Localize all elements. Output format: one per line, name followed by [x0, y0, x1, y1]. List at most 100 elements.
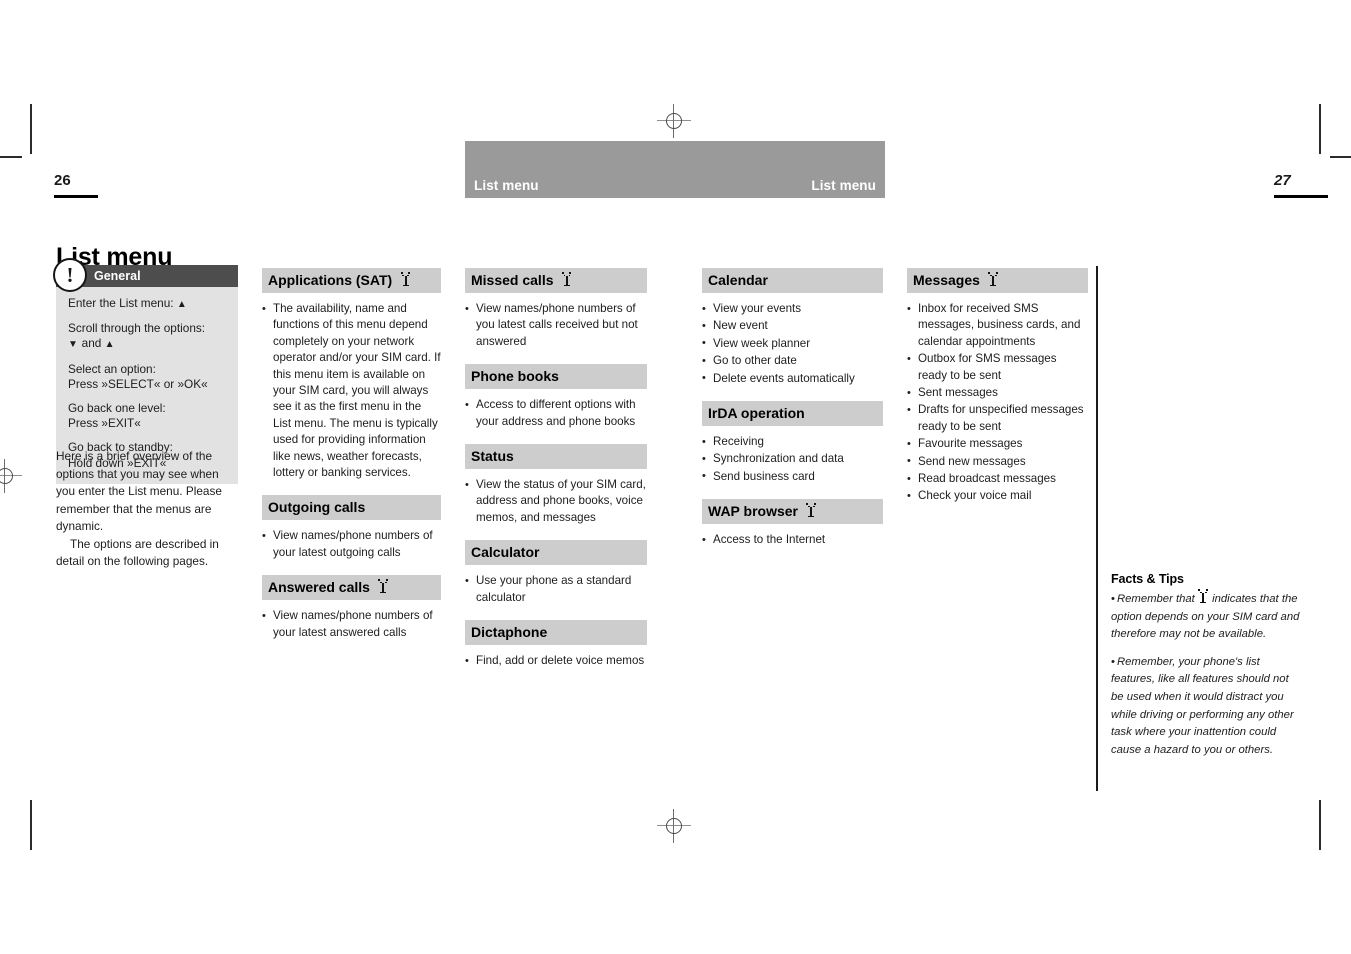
- page-number-right: 27: [1274, 173, 1328, 198]
- list-item: Access to the Internet: [702, 532, 883, 549]
- section-bullet-list: Use your phone as a standard calculator: [465, 573, 647, 606]
- facts-tips-bullet: •: [1111, 593, 1115, 605]
- sim-antenna-icon: [1198, 589, 1209, 603]
- menu-section: Missed calls View names/phone numbers of…: [465, 268, 647, 350]
- list-item: View the status of your SIM card, addres…: [465, 477, 647, 526]
- section-bullet-list: View your eventsNew eventView week plann…: [702, 300, 883, 387]
- list-item: Synchronization and data: [702, 451, 883, 468]
- section-heading-label: Applications (SAT): [268, 272, 393, 288]
- registration-mark-left: [0, 459, 22, 493]
- sim-antenna-icon: [378, 579, 389, 594]
- facts-tips-panel: Facts & Tips • Remember that indicates th…: [1111, 572, 1303, 759]
- facts-tips-divider: [1096, 266, 1098, 791]
- registration-ring-icon: [666, 818, 682, 834]
- section-bullet-list: Access to different options with your ad…: [465, 397, 647, 430]
- list-item: Inbox for received SMS messages, busines…: [907, 300, 1088, 350]
- list-item: View your events: [702, 300, 883, 317]
- exclamation-icon: !: [53, 258, 87, 292]
- section-heading-label: WAP browser: [708, 503, 798, 520]
- general-line-4: Go back one level: Press »EXIT«: [68, 401, 166, 431]
- list-item: View names/phone numbers of your latest …: [262, 608, 441, 641]
- general-callout-title: General: [94, 269, 141, 283]
- intro-paragraph-2: The options are described in detail on t…: [56, 536, 219, 569]
- section-heading: Dictaphone: [465, 620, 647, 646]
- menu-section: WAP browser Access to the Internet: [702, 499, 883, 549]
- running-header-bar: List menu List menu: [465, 141, 885, 198]
- crop-mark-bottom-right-vertical: [1319, 800, 1321, 850]
- section-heading: Answered calls: [262, 575, 441, 601]
- section-heading-label: Messages: [913, 272, 980, 288]
- list-item: View names/phone numbers of you latest c…: [465, 300, 647, 350]
- section-bullet-list: The availability, name and functions of …: [262, 300, 441, 481]
- crop-mark-top-right-horizontal: [1330, 156, 1351, 158]
- facts-tips-item-2-text: Remember, your phone's list features, li…: [1111, 655, 1294, 756]
- list-item: Go to other date: [702, 353, 883, 370]
- page-number-left: 26: [54, 173, 98, 198]
- content-column-3: Calendar View your eventsNew eventView we…: [702, 268, 883, 550]
- sim-antenna-icon: [561, 272, 572, 286]
- sim-antenna-icon: [400, 272, 411, 286]
- list-item: View week planner: [702, 335, 883, 352]
- section-heading-label: Status: [471, 448, 514, 465]
- registration-mark-top: [657, 104, 691, 138]
- section-heading: Calculator: [465, 540, 647, 566]
- facts-tips-item-2: • Remember, your phone's list features, l…: [1111, 654, 1303, 760]
- exclamation-glyph: !: [66, 263, 74, 287]
- list-item: Drafts for unspecified messages ready to…: [907, 402, 1088, 435]
- section-heading: Applications (SAT): [262, 268, 441, 293]
- list-item: Check your voice mail: [907, 488, 1088, 505]
- section-heading: Phone books: [465, 364, 647, 390]
- list-item: Use your phone as a standard calculator: [465, 573, 647, 606]
- facts-tips-item-1-before: Remember that: [1116, 593, 1195, 605]
- section-heading: WAP browser: [702, 499, 883, 525]
- menu-section: Status View the status of your SIM card, …: [465, 444, 647, 526]
- page-number-right-value: 27: [1274, 172, 1291, 189]
- section-heading-label: Missed calls: [471, 272, 554, 288]
- registration-mark-bottom: [657, 809, 691, 843]
- facts-tips-title: Facts & Tips: [1111, 572, 1184, 586]
- section-heading-label: Phone books: [471, 368, 559, 385]
- section-bullet-list: Inbox for received SMS messages, busines…: [907, 300, 1088, 505]
- menu-section: Dictaphone Find, add or delete voice memo…: [465, 620, 647, 669]
- list-item: Receiving: [702, 434, 883, 451]
- section-bullet-list: View names/phone numbers of your latest …: [262, 528, 441, 561]
- section-heading: IrDA operation: [702, 401, 883, 427]
- list-item: Sent messages: [907, 385, 1088, 402]
- section-heading: Calendar: [702, 268, 883, 293]
- section-heading: Status: [465, 444, 647, 470]
- list-item: View names/phone numbers of your latest …: [262, 528, 441, 561]
- list-item: The availability, name and functions of …: [262, 300, 441, 481]
- sim-antenna-icon: [988, 272, 999, 286]
- general-line-3: Select an option: Press »SELECT« or »OK«: [68, 361, 208, 391]
- list-item: Send business card: [702, 468, 883, 485]
- running-header-left-title: List menu: [474, 178, 539, 193]
- registration-ring-icon: [0, 468, 13, 484]
- page-number-left-value: 26: [54, 172, 71, 189]
- list-item: Favourite messages: [907, 436, 1088, 453]
- section-heading-label: Calendar: [708, 272, 768, 288]
- list-item: Access to different options with your ad…: [465, 397, 647, 430]
- crop-mark-bottom-left-vertical: [30, 800, 32, 850]
- section-heading-label: IrDA operation: [708, 405, 805, 422]
- section-heading: Messages: [907, 268, 1088, 293]
- menu-section: Calculator Use your phone as a standard c…: [465, 540, 647, 606]
- facts-tips-bullet: •: [1111, 655, 1115, 668]
- facts-tips-item-1: • Remember that indicates that the option…: [1111, 589, 1303, 644]
- section-heading-label: Calculator: [471, 544, 540, 561]
- crop-mark-top-left-horizontal: [0, 156, 22, 158]
- section-bullet-list: Find, add or delete voice memos: [465, 653, 647, 670]
- crop-mark-top-right-vertical: [1319, 104, 1321, 154]
- list-item: Read broadcast messages: [907, 471, 1088, 488]
- section-bullet-list: Access to the Internet: [702, 532, 883, 549]
- intro-text: Here is a brief overview of the options …: [56, 448, 232, 571]
- content-column-4: Messages Inbox for received SMS messages…: [907, 268, 1088, 506]
- section-bullet-list: View names/phone numbers of you latest c…: [465, 300, 647, 350]
- list-item: Outbox for SMS messages ready to be sent: [907, 351, 1088, 384]
- list-item: New event: [702, 318, 883, 335]
- menu-section: Applications (SAT) The availability, nam…: [262, 268, 441, 481]
- general-callout-header: ! General: [53, 258, 238, 292]
- section-bullet-list: View names/phone numbers of your latest …: [262, 608, 441, 641]
- section-bullet-list: View the status of your SIM card, addres…: [465, 477, 647, 526]
- section-heading-label: Outgoing calls: [268, 499, 366, 516]
- content-column-2: Missed calls View names/phone numbers of…: [465, 268, 647, 670]
